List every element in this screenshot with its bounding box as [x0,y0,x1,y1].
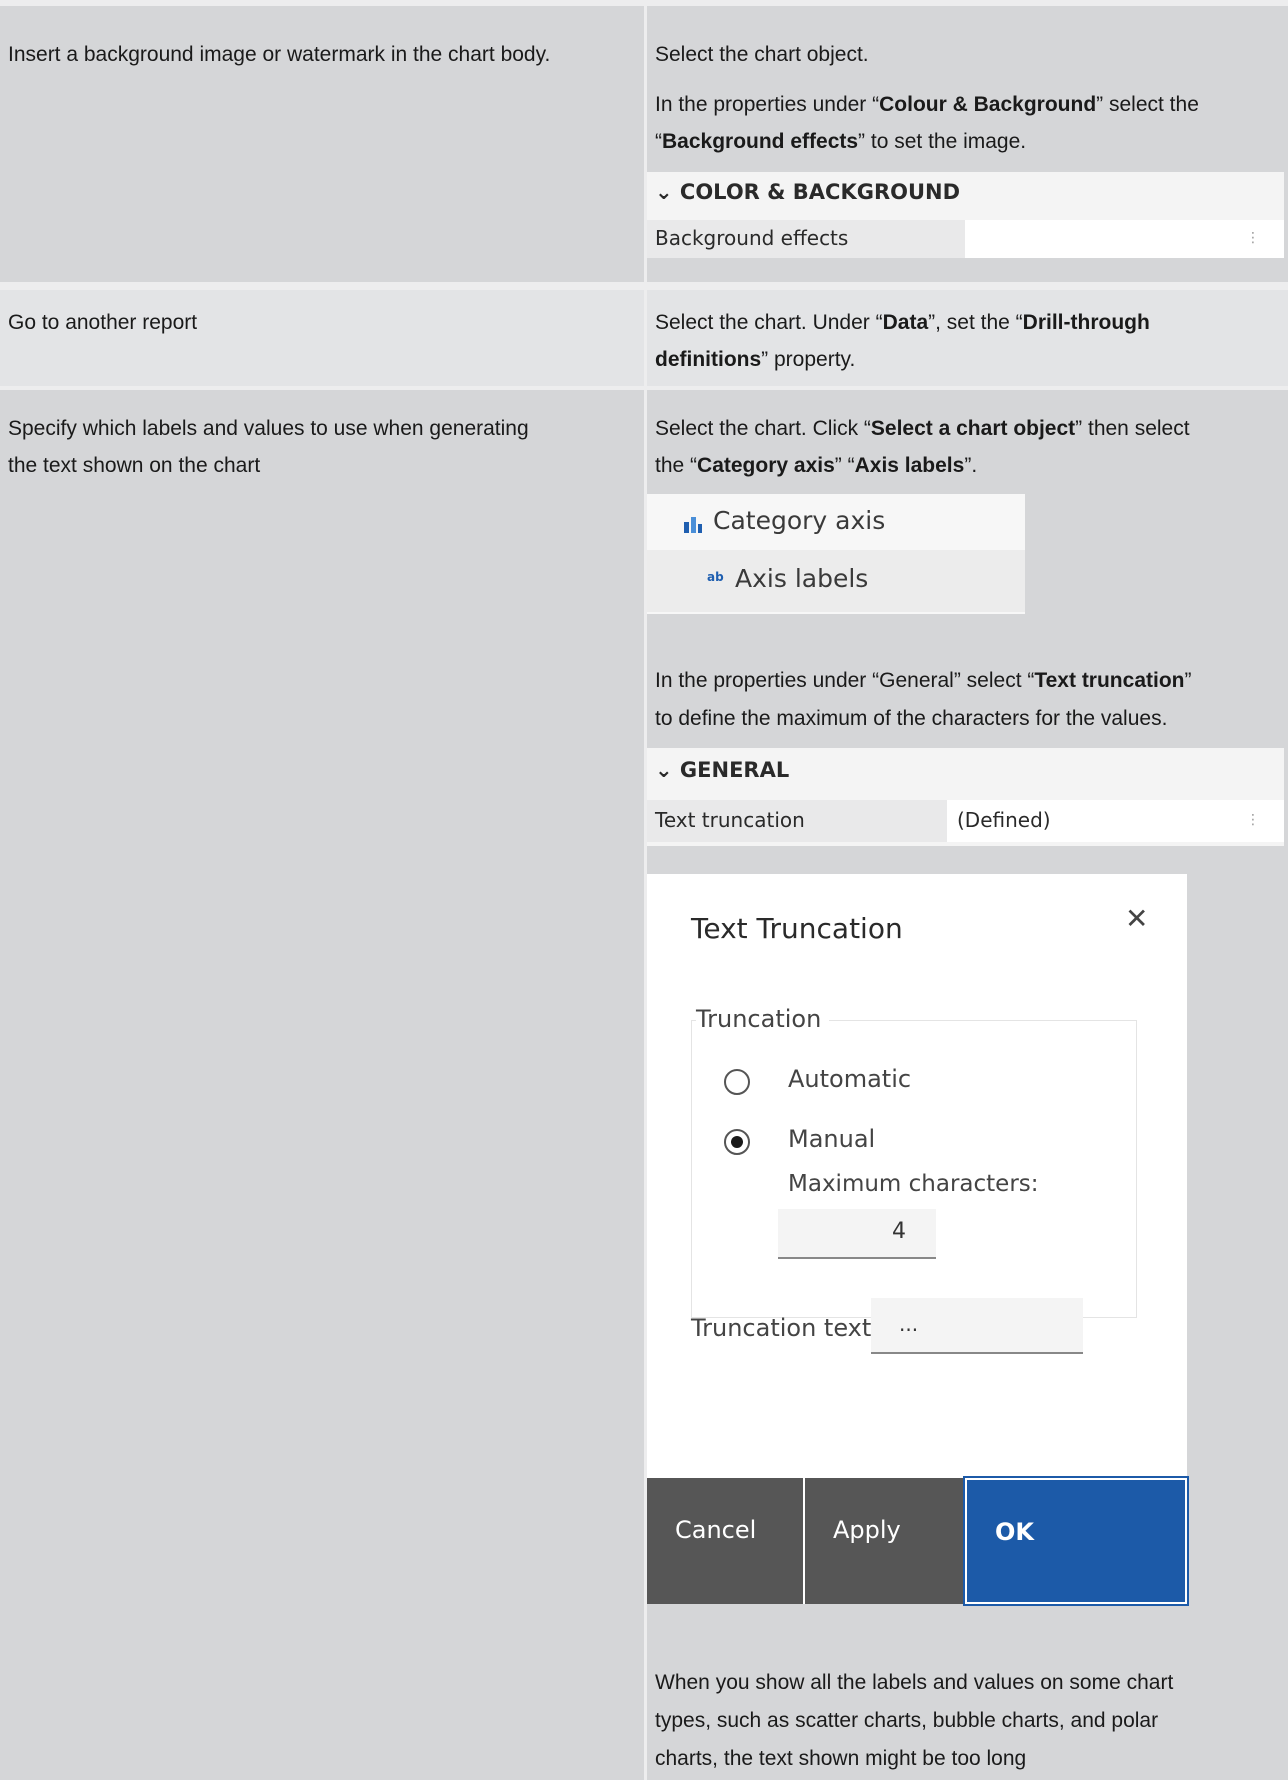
section-title: COLOR & BACKGROUND [679,180,961,204]
group-legend: Truncation [696,1005,830,1033]
property-name-cell: Background effects [647,220,965,258]
section-header[interactable]: ⌄ COLOR & BACKGROUND [655,180,960,204]
text-truncation-dialog: Text Truncation ✕ Truncation Automatic M… [647,874,1189,1606]
more-options-icon[interactable]: ⋮ [1246,230,1260,246]
section-header[interactable]: ⌄ GENERAL [655,758,789,782]
manual-radio[interactable] [724,1129,750,1155]
property-name-cell: Text truncation [647,800,947,842]
tree-item-axis-labels[interactable]: ab Axis labels [647,550,1025,612]
bar-chart-icon [683,514,703,534]
tree-item-category-axis[interactable]: Category axis [647,494,1025,550]
table-row: Insert a background image or watermark i… [0,6,1288,282]
truncation-text-input[interactable]: ... [871,1298,1083,1354]
property-value-field[interactable]: (Defined) ⋮ [947,800,1284,842]
note-line: charts, the text shown might be too long [655,1747,1027,1770]
dialog-footer: Cancel Apply OK [647,1476,1189,1606]
step-line: Select the chart. Under “Data”, set the … [655,311,1150,334]
step-line: the “Category axis” “Axis labels”. [655,454,978,477]
steps-cell: Select the chart. Under “Data”, set the … [644,290,1288,386]
chevron-down-icon: ⌄ [655,180,673,204]
task-cell: Go to another report [0,290,644,386]
task-text: Go to another report [8,311,198,334]
apply-button[interactable]: Apply [805,1478,963,1604]
task-text: the text shown on the chart [8,454,261,477]
steps-cell: Select the chart object. In the properti… [644,6,1288,282]
divider [0,282,1288,290]
properties-panel: ⌄ GENERAL Text truncation (Defined) ⋮ [647,748,1284,846]
axis-labels-icon: ab [707,570,724,584]
table-row: Go to another report Select the chart. U… [0,290,1288,386]
steps-cell: Select the chart. Click “Select a chart … [644,390,1288,1780]
automatic-label: Automatic [788,1065,912,1093]
automatic-radio[interactable] [724,1069,750,1095]
task-cell: Specify which labels and values to use w… [0,390,644,1780]
step-line: Select the chart object. [655,43,869,66]
note-line: When you show all the labels and values … [655,1671,1174,1694]
max-characters-label: Maximum characters: [788,1171,1039,1197]
step-line: “Background effects” to set the image. [655,130,1027,153]
truncation-text-label: Truncation text: [691,1314,880,1342]
task-text: Specify which labels and values to use w… [8,417,529,440]
step-line: In the properties under “General” select… [655,669,1192,692]
truncation-group: Truncation Automatic Manual Maximum char… [691,1005,1137,1318]
dialog-title: Text Truncation [691,912,903,945]
task-text: Insert a background image or watermark i… [8,43,551,66]
table-row: Specify which labels and values to use w… [0,390,1288,1780]
more-options-icon[interactable]: ⋮ [1246,812,1260,828]
task-cell: Insert a background image or watermark i… [0,6,644,282]
note-line: types, such as scatter charts, bubble ch… [655,1709,1159,1732]
properties-panel: ⌄ COLOR & BACKGROUND Background effects … [647,172,1284,258]
max-characters-input[interactable]: 4 [778,1209,936,1259]
close-icon[interactable]: ✕ [1125,902,1148,935]
step-line: Select the chart. Click “Select a chart … [655,417,1190,440]
property-value-field[interactable]: ⋮ [965,220,1284,258]
step-line: definitions” property. [655,348,856,371]
section-title: GENERAL [679,758,790,782]
step-line: In the properties under “Colour & Backgr… [655,93,1199,116]
step-line: to define the maximum of the characters … [655,707,1168,730]
cancel-button[interactable]: Cancel [647,1478,803,1604]
chart-object-tree: Category axis ab Axis labels [647,494,1025,614]
chevron-down-icon: ⌄ [655,758,673,782]
document-page: Insert a background image or watermark i… [0,0,1288,1780]
ok-button[interactable]: OK [963,1476,1189,1606]
manual-label: Manual [788,1125,876,1153]
